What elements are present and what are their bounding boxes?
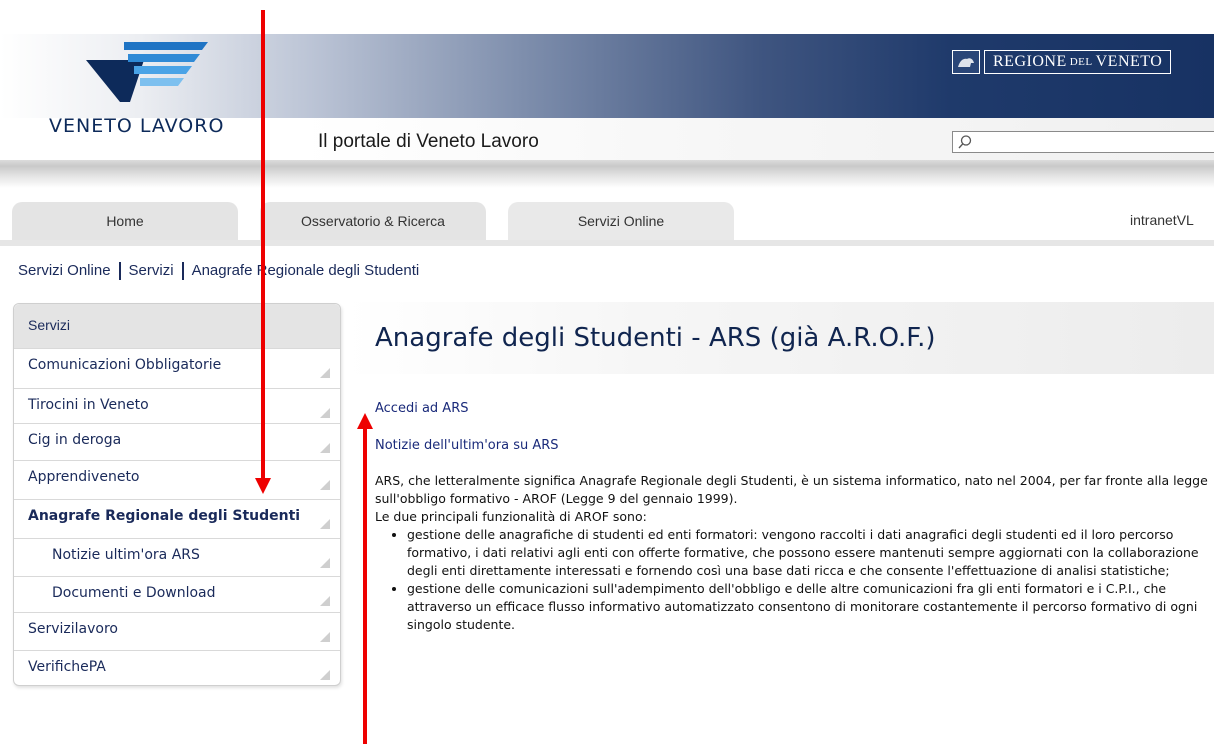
- sidebar-item-label: Comunicazioni Obbligatorie: [28, 357, 222, 373]
- functions-list: gestione delle anagrafiche di studenti e…: [375, 526, 1211, 634]
- accedi-ars-link[interactable]: Accedi ad ARS: [375, 401, 468, 416]
- arrow-up-head-icon: [357, 413, 373, 429]
- sidebar-header: Servizi: [14, 304, 340, 348]
- breadcrumb-servizi-online[interactable]: Servizi Online: [18, 262, 111, 279]
- corner-triangle-icon: [320, 632, 330, 642]
- header-shadow-strip: [0, 160, 1214, 188]
- search-icon[interactable]: [957, 134, 973, 150]
- sidebar-item-comunicazioni-obbligatorie[interactable]: Comunicazioni Obbligatorie: [14, 348, 340, 383]
- sidebar-item-verifichepa[interactable]: VerifichePA: [14, 650, 340, 685]
- sidebar-item-label: VerifichePA: [28, 659, 106, 675]
- sidebar-item-label: Cig in deroga: [28, 432, 122, 448]
- corner-triangle-icon: [320, 443, 330, 453]
- sidebar-subitem-documenti-download[interactable]: Documenti e Download: [14, 576, 340, 611]
- tab-osservatorio-label: Osservatorio & Ricerca: [301, 213, 445, 229]
- tab-osservatorio-ricerca[interactable]: Osservatorio & Ricerca: [260, 202, 486, 240]
- arrow-down-head-icon: [255, 478, 271, 494]
- tab-home-label: Home: [106, 213, 144, 229]
- sidebar-item-tirocini[interactable]: Tirocini in Veneto: [14, 388, 340, 423]
- tab-underline: [0, 240, 1214, 246]
- breadcrumb-servizi[interactable]: Servizi: [129, 262, 174, 279]
- corner-triangle-icon: [320, 408, 330, 418]
- arrow-down-shaft: [261, 10, 265, 480]
- sidebar-item-cig-in-deroga[interactable]: Cig in deroga: [14, 423, 340, 458]
- search-input[interactable]: [952, 131, 1214, 153]
- breadcrumb-separator: [181, 262, 184, 281]
- corner-triangle-icon: [320, 519, 330, 529]
- sidebar-subitem-notizie-ars[interactable]: Notizie ultim'ora ARS: [14, 538, 340, 573]
- header-top-margin: [0, 0, 1214, 34]
- corner-triangle-icon: [320, 670, 330, 680]
- sidebar-menu: Servizi Comunicazioni Obbligatorie Tiroc…: [13, 303, 341, 686]
- corner-triangle-icon: [320, 368, 330, 378]
- breadcrumb: Servizi Online Servizi Anagrafe Regionale …: [18, 262, 420, 281]
- region-word-veneto: VENETO: [1095, 53, 1163, 70]
- sidebar-item-label: Tirocini in Veneto: [28, 397, 149, 413]
- corner-triangle-icon: [320, 558, 330, 568]
- page-title: Anagrafe degli Studenti - ARS (già A.R.O…: [375, 323, 936, 353]
- corner-triangle-icon: [320, 596, 330, 606]
- functions-intro: Le due principali funzionalità di AROF s…: [375, 509, 647, 524]
- list-item: gestione delle anagrafiche di studenti e…: [407, 526, 1211, 580]
- veneto-lavoro-logo[interactable]: [84, 38, 214, 104]
- regione-veneto-logo[interactable]: REGIONE DEL VENETO: [952, 48, 1172, 76]
- sidebar-item-label: Apprendiveneto: [28, 469, 140, 485]
- intro-paragraph: ARS, che letteralmente significa Anagraf…: [375, 473, 1208, 506]
- notizie-ars-link[interactable]: Notizie dell'ultim'ora su ARS: [375, 438, 559, 453]
- sidebar-item-apprendiveneto[interactable]: Apprendiveneto: [14, 460, 340, 495]
- sidebar-item-label: Notizie ultim'ora ARS: [52, 547, 200, 563]
- sidebar-header-label: Servizi: [28, 317, 71, 333]
- sidebar-item-servizilavoro[interactable]: Servizilavoro: [14, 612, 340, 647]
- sidebar-item-label: Anagrafe Regionale degli Studenti: [28, 508, 301, 524]
- arrow-up-shaft: [363, 428, 367, 744]
- breadcrumb-separator: [118, 262, 121, 281]
- lion-emblem-icon: [952, 50, 980, 74]
- tab-servizi-online-label: Servizi Online: [577, 213, 665, 229]
- brand-name: VENETO LAVORO: [49, 115, 225, 137]
- regione-veneto-label: REGIONE DEL VENETO: [984, 50, 1172, 74]
- sidebar-item-anagrafe-studenti[interactable]: Anagrafe Regionale degli Studenti: [14, 499, 340, 534]
- main-nav-tabs: Home Osservatorio & Ricerca Servizi Onli…: [0, 200, 1214, 240]
- region-word-del: DEL: [1069, 56, 1093, 68]
- intranet-link[interactable]: intranetVL: [1130, 212, 1194, 228]
- tab-servizi-online[interactable]: Servizi Online: [508, 202, 734, 240]
- article-body: ARS, che letteralmente significa Anagraf…: [375, 472, 1211, 634]
- list-item: gestione delle comunicazioni sull'adempi…: [407, 580, 1211, 634]
- portal-title: Il portale di Veneto Lavoro: [318, 131, 539, 152]
- corner-triangle-icon: [320, 480, 330, 490]
- breadcrumb-current: Anagrafe Regionale degli Studenti: [191, 262, 420, 279]
- sidebar-item-label: Documenti e Download: [52, 585, 216, 601]
- sidebar-item-label: Servizilavoro: [28, 621, 119, 637]
- tab-home[interactable]: Home: [12, 202, 238, 240]
- region-word-regione: REGIONE: [993, 53, 1067, 70]
- site-header: VENETO LAVORO Il portale di Veneto Lavor…: [0, 0, 1214, 160]
